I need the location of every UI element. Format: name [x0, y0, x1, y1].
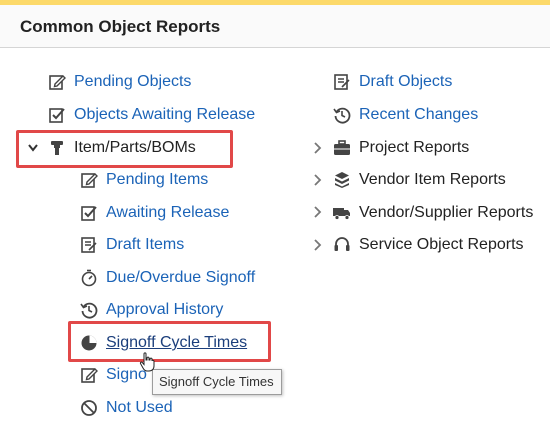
report-link-not-used[interactable]: Not Used — [80, 395, 173, 421]
report-link-label: Draft Objects — [359, 73, 453, 90]
report-link-draft-objects[interactable]: Draft Objects — [333, 69, 452, 95]
draft-icon — [334, 74, 350, 90]
report-link-label: Not Used — [106, 399, 173, 416]
draft-icon — [81, 237, 97, 253]
history-icon — [333, 107, 351, 124]
group-service-object-reports[interactable]: Service Object Reports — [333, 232, 524, 258]
report-link-label: Draft Items — [106, 236, 185, 253]
report-link-pending-objects[interactable]: Pending Objects — [48, 69, 191, 95]
hand-cursor-icon — [139, 352, 155, 372]
truck-icon — [333, 208, 350, 220]
edit-icon — [81, 368, 98, 383]
report-link-signoff-partial[interactable]: Signo — [80, 362, 147, 388]
group-label: Service Object Reports — [359, 236, 524, 253]
report-link-label: Due/Overdue Signoff — [106, 269, 256, 286]
group-label: Project Reports — [359, 139, 470, 156]
history-icon — [80, 302, 98, 319]
report-link-approval-history[interactable]: Approval History — [80, 297, 223, 323]
chevron-right-icon[interactable] — [312, 174, 322, 186]
ban-icon — [81, 400, 97, 416]
report-link-awaiting-release[interactable]: Awaiting Release — [80, 200, 229, 226]
checkbox-icon — [49, 108, 65, 123]
highlight-box-group — [16, 130, 233, 168]
page-title: Common Object Reports — [20, 17, 221, 36]
highlight-box-signoff — [68, 321, 271, 362]
report-link-label: Pending Items — [106, 171, 209, 188]
chevron-right-icon[interactable] — [312, 206, 322, 218]
group-project-reports[interactable]: Project Reports — [333, 135, 469, 161]
edit-icon — [81, 173, 98, 188]
report-link-recent-changes[interactable]: Recent Changes — [333, 102, 478, 128]
chevron-right-icon[interactable] — [312, 142, 322, 154]
group-vendor-item-reports[interactable]: Vendor Item Reports — [333, 167, 506, 193]
report-link-due-overdue-signoff[interactable]: Due/Overdue Signoff — [80, 265, 255, 291]
group-vendor-supplier-reports[interactable]: Vendor/Supplier Reports — [333, 200, 533, 226]
group-label: Vendor Item Reports — [359, 171, 506, 188]
chevron-right-icon[interactable] — [312, 239, 322, 251]
briefcase-icon — [334, 140, 350, 155]
tooltip: Signoff Cycle Times — [152, 369, 282, 395]
report-link-label: Awaiting Release — [106, 204, 230, 221]
group-label: Vendor/Supplier Reports — [359, 204, 534, 221]
headset-icon — [334, 237, 350, 251]
checkbox-icon — [81, 206, 97, 221]
report-link-label: Recent Changes — [359, 106, 479, 123]
cubes-icon — [335, 172, 349, 188]
report-link-pending-items[interactable]: Pending Items — [80, 167, 208, 193]
report-link-label: Approval History — [106, 301, 224, 318]
report-link-objects-awaiting-release[interactable]: Objects Awaiting Release — [48, 102, 255, 128]
report-link-label: Pending Objects — [74, 73, 192, 90]
page-header: Common Object Reports — [0, 5, 550, 48]
timer-icon — [81, 269, 97, 287]
edit-icon — [49, 75, 66, 90]
report-link-draft-items[interactable]: Draft Items — [80, 232, 184, 258]
report-link-label: Objects Awaiting Release — [74, 106, 256, 123]
